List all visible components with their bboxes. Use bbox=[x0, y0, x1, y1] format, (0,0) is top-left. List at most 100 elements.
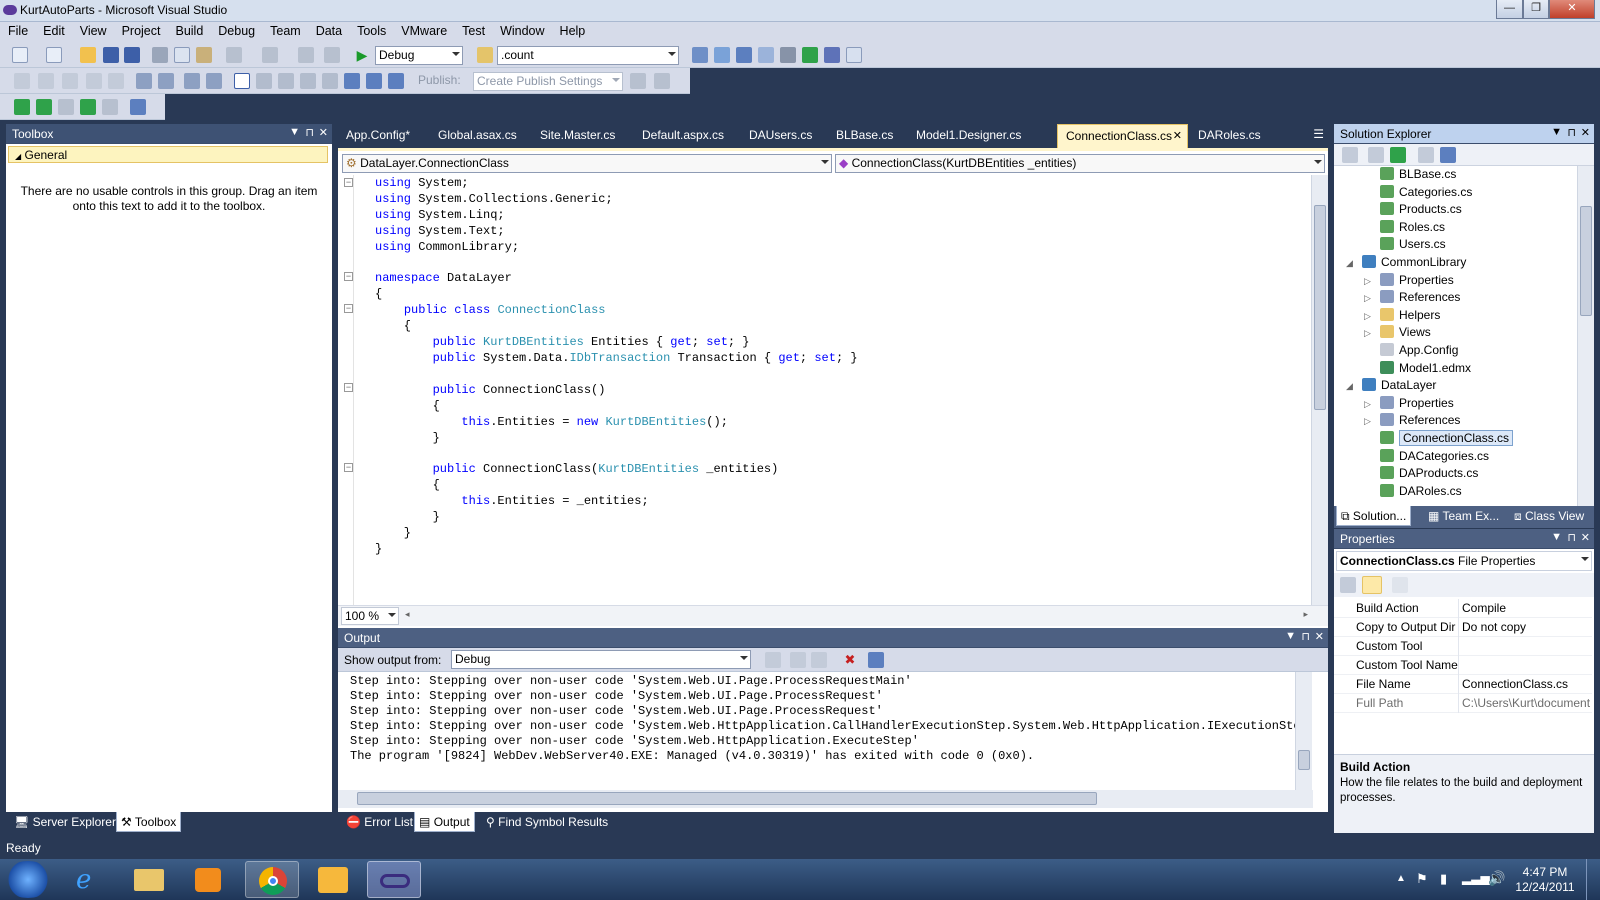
solution-item[interactable]: App.Config bbox=[1380, 343, 1458, 360]
code-line[interactable]: { bbox=[375, 399, 1285, 415]
toolbox-close-icon[interactable]: ✕ bbox=[319, 126, 328, 139]
show-hidden-icons-icon[interactable]: ▲ bbox=[1396, 873, 1406, 884]
zoom-select[interactable]: 100 % bbox=[341, 607, 399, 625]
solution-item[interactable]: ▷ Helpers bbox=[1364, 307, 1440, 325]
next-message-icon[interactable] bbox=[811, 652, 827, 668]
close-window-button[interactable]: ✕ bbox=[1549, 0, 1595, 19]
property-row[interactable]: Build Action Compile bbox=[1334, 599, 1592, 618]
volume-icon[interactable]: 🔊 bbox=[1488, 870, 1505, 887]
show-desktop-button[interactable] bbox=[1586, 859, 1600, 900]
solution-item[interactable]: ▷ References bbox=[1364, 290, 1460, 307]
output-horizontal-scrollbar[interactable] bbox=[338, 790, 1313, 808]
start-page-icon[interactable] bbox=[802, 47, 818, 63]
navigate-backward-icon[interactable] bbox=[298, 47, 314, 63]
properties-dropdown-icon[interactable]: ▼ bbox=[1551, 531, 1562, 543]
goto-output-line-icon[interactable] bbox=[765, 652, 781, 668]
property-row[interactable]: Full Path C:\Users\Kurt\document bbox=[1334, 694, 1592, 713]
scroll-left-icon[interactable]: ◂ bbox=[405, 609, 410, 620]
tab-daroles[interactable]: DARoles.cs bbox=[1190, 124, 1269, 148]
menu-test[interactable]: Test bbox=[454, 22, 492, 38]
code-line[interactable]: public System.Data.IDbTransaction Transa… bbox=[375, 351, 1285, 367]
expand-arrow-icon[interactable]: ▷ bbox=[1364, 399, 1371, 410]
solution-item[interactable]: ▷ Properties bbox=[1364, 272, 1454, 290]
tab-solution-explorer[interactable]: ⧉ Solution... bbox=[1336, 506, 1412, 526]
collapse-ctor2-icon[interactable]: − bbox=[344, 463, 353, 472]
save-all-icon[interactable] bbox=[124, 47, 140, 63]
code-line[interactable]: using System.Text; bbox=[375, 224, 1285, 240]
navigate-forward-icon[interactable] bbox=[324, 47, 340, 63]
se-properties-icon[interactable] bbox=[1342, 147, 1358, 163]
code-line[interactable]: public ConnectionClass(KurtDBEntities _e… bbox=[375, 462, 1285, 478]
properties-close-icon[interactable]: ✕ bbox=[1581, 531, 1590, 544]
text-size-icon[interactable] bbox=[86, 73, 102, 89]
code-line[interactable]: public KurtDBEntities Entities { get; se… bbox=[375, 335, 1285, 351]
minimize-button[interactable]: — bbox=[1496, 0, 1523, 19]
align-lefts-icon[interactable] bbox=[14, 73, 30, 89]
output-pin-icon[interactable]: ⊓ bbox=[1301, 630, 1310, 643]
publish-settings-select[interactable]: Create Publish Settings bbox=[473, 72, 623, 91]
tab-blbase[interactable]: BLBase.cs bbox=[828, 124, 901, 148]
expand-arrow-icon[interactable]: ▷ bbox=[1364, 311, 1371, 322]
solution-item[interactable]: ◢ CommonLibrary bbox=[1346, 255, 1466, 272]
active-files-dropdown-icon[interactable]: ☰ bbox=[1313, 127, 1324, 141]
properties-window-icon[interactable] bbox=[736, 47, 752, 63]
solution-scroll-thumb[interactable] bbox=[1580, 206, 1592, 316]
solution-item[interactable]: DACategories.cs bbox=[1380, 448, 1489, 466]
solution-item[interactable]: Model1.edmx bbox=[1380, 360, 1471, 378]
clock[interactable]: 4:47 PM 12/24/2011 bbox=[1514, 865, 1576, 895]
member-navigation-select[interactable]: ◆ ConnectionClass(KurtDBEntities _entiti… bbox=[835, 154, 1325, 173]
collapse-ctor1-icon[interactable]: − bbox=[344, 383, 353, 392]
menu-vmware[interactable]: VMware bbox=[393, 22, 454, 38]
tab-app-config[interactable]: App.Config* bbox=[338, 124, 418, 148]
editor-vertical-scrollbar[interactable] bbox=[1311, 175, 1328, 605]
se-show-all-files-icon[interactable] bbox=[1368, 147, 1384, 163]
battery-icon[interactable]: ▮ bbox=[1440, 871, 1447, 887]
code-line[interactable]: { bbox=[375, 287, 1285, 303]
menu-debug[interactable]: Debug bbox=[210, 22, 262, 38]
test-list-icon[interactable] bbox=[130, 99, 146, 115]
property-value[interactable]: Do not copy bbox=[1462, 620, 1590, 634]
continue-icon[interactable] bbox=[14, 99, 30, 115]
menu-help[interactable]: Help bbox=[552, 22, 593, 38]
tab-find-symbol-results[interactable]: ⚲ Find Symbol Results bbox=[482, 812, 612, 832]
solution-item[interactable]: ▷ Properties bbox=[1364, 395, 1454, 413]
tab-global-asax[interactable]: Global.asax.cs bbox=[430, 124, 525, 148]
code-line[interactable] bbox=[375, 256, 1285, 272]
new-project-icon[interactable] bbox=[12, 47, 28, 63]
comment-lines-icon[interactable] bbox=[184, 73, 200, 89]
solution-item[interactable]: ▷ Views bbox=[1364, 325, 1431, 342]
code-line[interactable]: public ConnectionClass() bbox=[375, 383, 1285, 399]
code-line[interactable]: { bbox=[375, 478, 1285, 494]
code-line[interactable]: } bbox=[375, 542, 1285, 558]
property-value[interactable]: Compile bbox=[1462, 601, 1590, 615]
tab-class-view[interactable]: ⧈ Class View bbox=[1510, 506, 1588, 526]
output-hscroll-thumb[interactable] bbox=[357, 792, 1097, 805]
menu-edit[interactable]: Edit bbox=[35, 22, 72, 38]
collapse-using-icon[interactable]: − bbox=[344, 178, 353, 187]
solution-item[interactable]: ▷ References bbox=[1364, 413, 1460, 430]
toolbox-icon[interactable] bbox=[780, 47, 796, 63]
property-value[interactable]: C:\Users\Kurt\document bbox=[1462, 696, 1590, 710]
code-line[interactable]: this.Entities = _entities; bbox=[375, 494, 1285, 510]
editor-scroll-thumb[interactable] bbox=[1314, 205, 1326, 410]
menu-file[interactable]: File bbox=[0, 22, 35, 38]
se-view-code-icon[interactable] bbox=[1418, 147, 1434, 163]
code-line[interactable]: using System; bbox=[375, 176, 1285, 192]
cut-icon[interactable] bbox=[152, 47, 168, 63]
code-line[interactable]: } bbox=[375, 431, 1285, 447]
property-row[interactable]: Custom Tool bbox=[1334, 637, 1592, 656]
menu-build[interactable]: Build bbox=[167, 22, 210, 38]
redo-icon[interactable] bbox=[262, 47, 278, 63]
code-text[interactable]: using System; using System.Collections.Ge… bbox=[375, 176, 1285, 616]
categorized-icon[interactable] bbox=[1340, 577, 1356, 593]
output-scroll-thumb[interactable] bbox=[1298, 750, 1310, 770]
publish-options-icon[interactable] bbox=[654, 73, 670, 89]
save-icon[interactable] bbox=[103, 47, 119, 63]
find-combo[interactable]: .count bbox=[497, 46, 679, 65]
toolbox-pin-icon[interactable]: ⊓ bbox=[305, 126, 314, 139]
bookmark-icon[interactable] bbox=[234, 73, 250, 89]
code-line[interactable]: using System.Linq; bbox=[375, 208, 1285, 224]
property-row[interactable]: Copy to Output Dir Do not copy bbox=[1334, 618, 1592, 637]
property-row[interactable]: File Name ConnectionClass.cs bbox=[1334, 675, 1592, 694]
tab-default-aspx[interactable]: Default.aspx.cs bbox=[634, 124, 732, 148]
